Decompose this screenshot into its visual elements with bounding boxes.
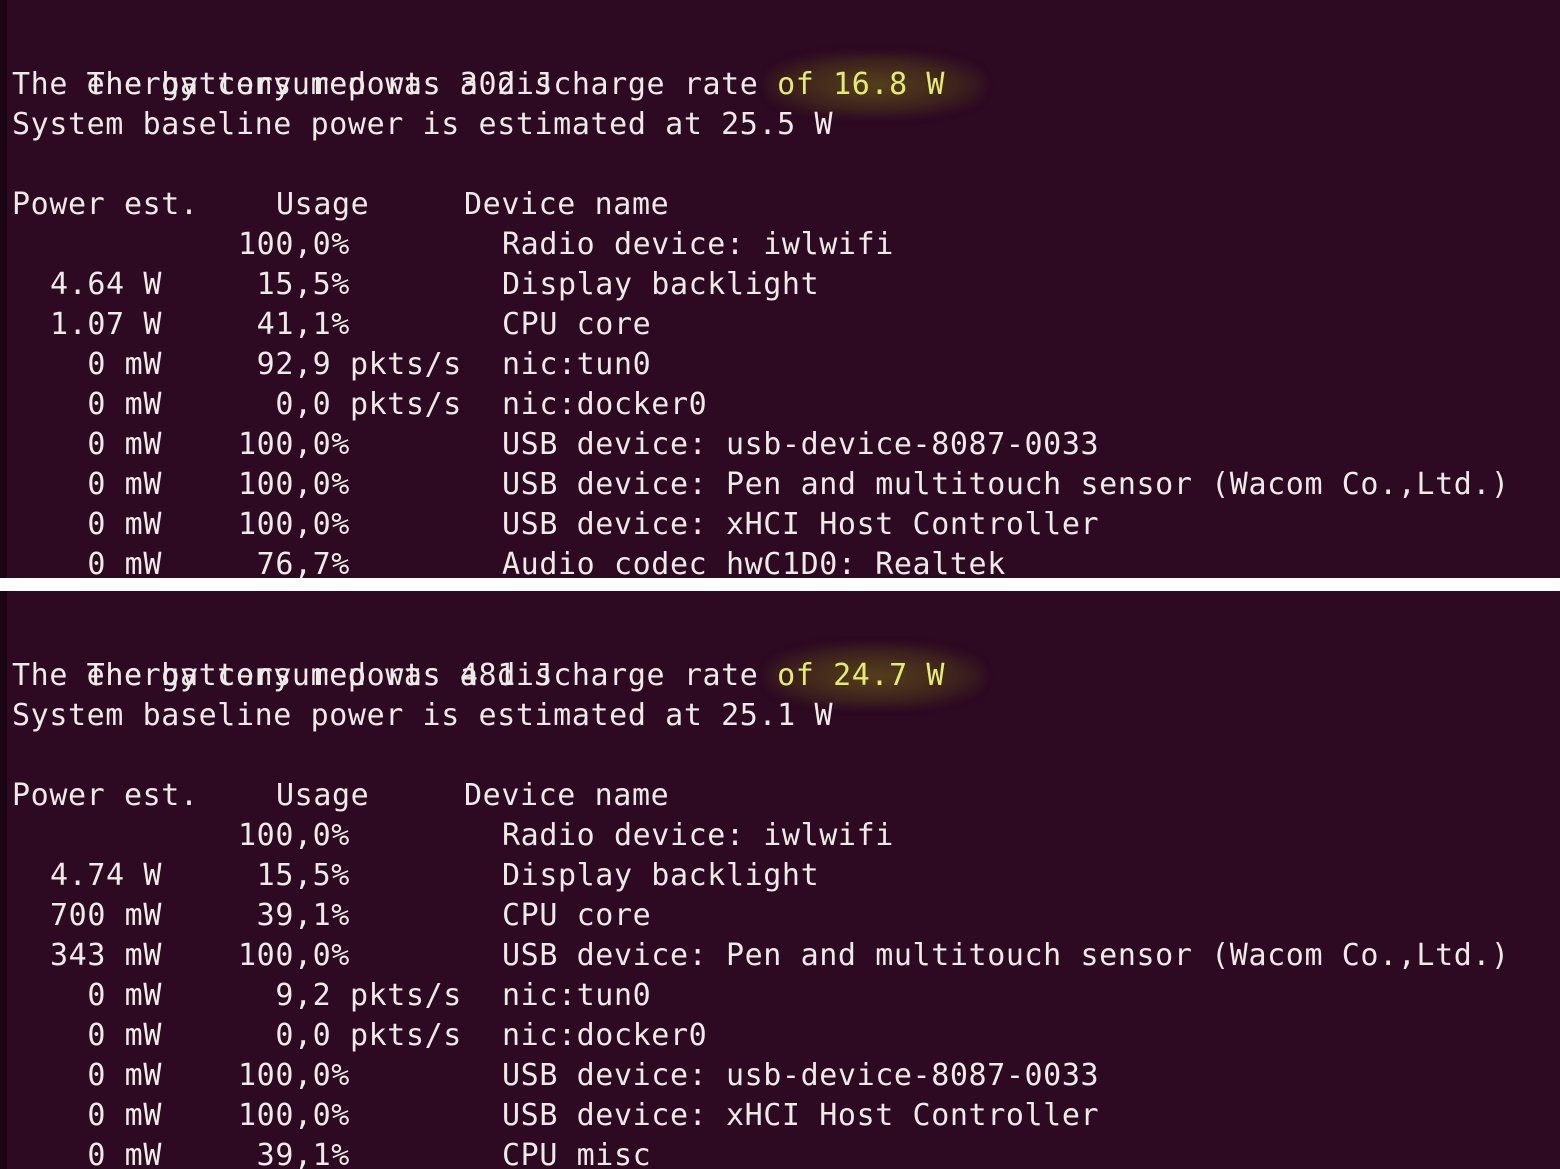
usage-cell: 100,0% xyxy=(238,427,350,462)
table-row: 700 mW 39,1% CPU core xyxy=(0,896,1560,936)
table-row: 4.74 W 15,5% Display backlight xyxy=(0,856,1560,896)
discharge-rate-value: of 24.7 W xyxy=(777,658,946,693)
column-header-power: Power est. xyxy=(12,778,199,813)
table-row: 0 mW 39,1% CPU misc xyxy=(0,1136,1560,1169)
table-row: 0 mW 9,2 pkts/s nic:tun0 xyxy=(0,976,1560,1016)
device-cell: Display backlight xyxy=(502,858,820,893)
table-row: 0 mW 0,0 pkts/s nic:docker0 xyxy=(0,1016,1560,1056)
table-row: 100,0% Radio device: iwlwifi xyxy=(0,816,1560,856)
table-header: Power est. Usage Device name xyxy=(0,185,1560,225)
table-row: 0 mW 100,0% USB device: xHCI Host Contro… xyxy=(0,505,1560,545)
device-cell: USB device: xHCI Host Controller xyxy=(502,1098,1100,1133)
table-row: 0 mW 76,7% Audio codec hwC1D0: Realtek xyxy=(0,545,1560,578)
usage-cell: 15,5% xyxy=(238,267,350,302)
usage-cell: 39,1% xyxy=(238,898,350,933)
usage-cell: 9,2 pkts/s xyxy=(238,978,462,1013)
device-cell: Display backlight xyxy=(502,267,820,302)
energy-consumed-line: The energy consumed was 302 J xyxy=(12,67,554,102)
power-cell: 700 mW xyxy=(50,898,162,933)
power-cell: 343 mW xyxy=(50,938,162,973)
power-cell: 0 mW xyxy=(87,1098,162,1133)
table-row: 343 mW 100,0% USB device: Pen and multit… xyxy=(0,936,1560,976)
power-cell xyxy=(0,225,162,265)
power-cell: 4.74 W xyxy=(50,858,162,893)
table-row: 0 mW 92,9 pkts/s nic:tun0 xyxy=(0,345,1560,385)
power-cell: 0 mW xyxy=(87,347,162,382)
device-cell: USB device: Pen and multitouch sensor (W… xyxy=(502,938,1510,973)
power-cell: 0 mW xyxy=(87,427,162,462)
device-cell: Radio device: iwlwifi xyxy=(502,227,894,262)
column-header-usage: Usage xyxy=(276,187,370,222)
device-cell: Radio device: iwlwifi xyxy=(502,818,894,853)
table-row: 0 mW 100,0% USB device: usb-device-8087-… xyxy=(0,425,1560,465)
device-cell: nic:tun0 xyxy=(502,978,652,1013)
terminal-panel-bottom: The battery reports a discharge rate of … xyxy=(0,591,1560,1169)
column-header-usage: Usage xyxy=(276,778,370,813)
power-cell: 0 mW xyxy=(87,1058,162,1093)
device-cell: CPU misc xyxy=(502,1138,652,1169)
usage-cell: 0,0 pkts/s xyxy=(238,1018,462,1053)
discharge-rate-value: of 16.8 W xyxy=(777,67,946,102)
table-row: 4.64 W 15,5% Display backlight xyxy=(0,265,1560,305)
usage-cell: 100,0% xyxy=(238,227,350,262)
power-cell: 0 mW xyxy=(87,507,162,542)
table-row: 0 mW 100,0% USB device: xHCI Host Contro… xyxy=(0,1096,1560,1136)
device-cell: nic:docker0 xyxy=(502,1018,708,1053)
device-cell: Audio codec hwC1D0: Realtek xyxy=(502,547,1006,578)
discharge-rate-line: The battery reports a discharge rate of … xyxy=(12,25,986,117)
baseline-power-line: System baseline power is estimated at 25… xyxy=(12,698,834,733)
device-cell: CPU core xyxy=(502,898,652,933)
column-header-device: Device name xyxy=(464,187,670,222)
device-cell: USB device: usb-device-8087-0033 xyxy=(502,1058,1100,1093)
usage-cell: 39,1% xyxy=(238,1138,350,1169)
table-row: 1.07 W 41,1% CPU core xyxy=(0,305,1560,345)
power-cell: 4.64 W xyxy=(50,267,162,302)
discharge-rate-line: The battery reports a discharge rate of … xyxy=(12,616,986,708)
discharge-rate-highlight: of 24.7 W xyxy=(765,644,986,708)
usage-cell: 100,0% xyxy=(238,1098,350,1133)
usage-cell: 0,0 pkts/s xyxy=(238,387,462,422)
device-cell: USB device: Pen and multitouch sensor (W… xyxy=(502,467,1510,502)
device-cell: CPU core xyxy=(502,307,652,342)
power-cell: 0 mW xyxy=(87,1018,162,1053)
usage-cell: 100,0% xyxy=(238,938,350,973)
device-cell: USB device: xHCI Host Controller xyxy=(502,507,1100,542)
table-header: Power est. Usage Device name xyxy=(0,776,1560,816)
usage-cell: 100,0% xyxy=(238,507,350,542)
power-cell: 1.07 W xyxy=(50,307,162,342)
power-cell: 0 mW xyxy=(87,387,162,422)
column-header-power: Power est. xyxy=(12,187,199,222)
discharge-rate-highlight: of 16.8 W xyxy=(765,53,986,117)
usage-cell: 15,5% xyxy=(238,858,350,893)
device-cell: nic:tun0 xyxy=(502,347,652,382)
power-cell: 0 mW xyxy=(87,467,162,502)
device-cell: USB device: usb-device-8087-0033 xyxy=(502,427,1100,462)
table-row: 0 mW 100,0% USB device: Pen and multitou… xyxy=(0,465,1560,505)
energy-consumed-line: The energy consumed was 481 J xyxy=(12,658,554,693)
power-cell: 0 mW xyxy=(87,1138,162,1169)
usage-cell: 100,0% xyxy=(238,818,350,853)
table-row: 100,0% Radio device: iwlwifi xyxy=(0,225,1560,265)
usage-cell: 92,9 pkts/s xyxy=(238,347,462,382)
power-cell: 0 mW xyxy=(87,978,162,1013)
baseline-power-line: System baseline power is estimated at 25… xyxy=(12,107,834,142)
power-cell: 0 mW xyxy=(87,547,162,578)
power-cell xyxy=(0,816,162,856)
device-cell: nic:docker0 xyxy=(502,387,708,422)
usage-cell: 76,7% xyxy=(238,547,350,578)
table-row: 0 mW 0,0 pkts/s nic:docker0 xyxy=(0,385,1560,425)
usage-cell: 100,0% xyxy=(238,467,350,502)
table-row: 0 mW 100,0% USB device: usb-device-8087-… xyxy=(0,1056,1560,1096)
column-header-device: Device name xyxy=(464,778,670,813)
terminal-panel-top: The battery reports a discharge rate of … xyxy=(0,0,1560,578)
usage-cell: 41,1% xyxy=(238,307,350,342)
usage-cell: 100,0% xyxy=(238,1058,350,1093)
